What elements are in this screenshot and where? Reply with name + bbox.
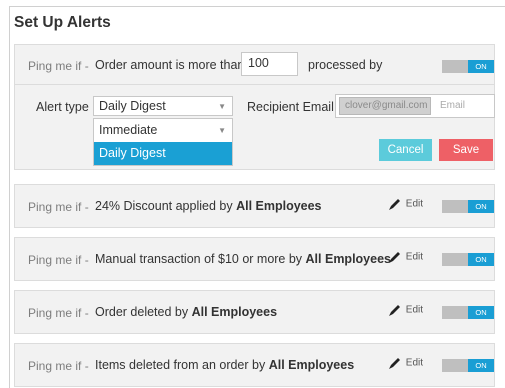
recipient-chip[interactable]: clover@gmail.com xyxy=(339,97,431,115)
pencil-icon xyxy=(389,358,400,369)
dropdown-option-daily-digest[interactable]: Daily Digest xyxy=(94,142,232,165)
edit-link[interactable]: Edit xyxy=(387,250,423,264)
new-alert-panel: Ping me if - Order amount is more than 1… xyxy=(14,44,495,170)
email-placeholder: Email xyxy=(440,100,466,111)
alert-text: Order deleted by All Employees xyxy=(95,305,278,319)
ping-label: Ping me if - xyxy=(28,306,89,320)
edit-link[interactable]: Edit xyxy=(387,197,423,211)
alert-toggle[interactable]: ON xyxy=(442,253,494,266)
ping-label: Ping me if - xyxy=(28,200,89,214)
alert-text: Items deleted from an order by All Emplo… xyxy=(95,358,355,372)
alert-row: Ping me if - Order deleted by All Employ… xyxy=(14,290,495,334)
save-button[interactable]: Save xyxy=(439,139,493,161)
pencil-icon xyxy=(389,305,400,316)
alert-toggle[interactable]: ON xyxy=(442,200,494,213)
ping-label: Ping me if - xyxy=(28,59,89,73)
processed-by-text: processed by xyxy=(308,58,383,72)
alert-type-label: Alert type xyxy=(36,100,89,114)
alert-type-value: Daily Digest xyxy=(99,99,166,113)
recipient-email-label: Recipient Email xyxy=(247,100,334,114)
alert-row: Ping me if - 24% Discount applied by All… xyxy=(14,184,495,228)
ping-label: Ping me if - xyxy=(28,359,89,373)
alert-toggle[interactable]: ON xyxy=(442,306,494,319)
pencil-icon xyxy=(389,199,400,210)
new-alert-toggle[interactable]: ON xyxy=(442,60,494,73)
pencil-icon xyxy=(389,252,400,263)
condition-text: Order amount is more than xyxy=(95,58,245,72)
alert-row: Ping me if - Manual transaction of $10 o… xyxy=(14,237,495,281)
edit-link[interactable]: Edit xyxy=(387,303,423,317)
row-divider xyxy=(15,84,494,85)
amount-input[interactable]: 100 xyxy=(241,52,298,76)
ping-label: Ping me if - xyxy=(28,253,89,267)
alert-text: 24% Discount applied by All Employees xyxy=(95,199,322,213)
alert-type-dropdown: Immediate ▼ Daily Digest xyxy=(93,118,233,166)
alert-row: Ping me if - Items deleted from an order… xyxy=(14,343,495,387)
alert-toggle[interactable]: ON xyxy=(442,359,494,372)
edit-link[interactable]: Edit xyxy=(387,356,423,370)
dropdown-option-immediate[interactable]: Immediate ▼ xyxy=(94,119,232,142)
cancel-button[interactable]: Cancel xyxy=(379,139,432,161)
alert-type-select[interactable]: Daily Digest ▼ xyxy=(93,96,233,116)
page-title: Set Up Alerts xyxy=(14,14,111,31)
chevron-down-icon: ▼ xyxy=(218,102,226,111)
chevron-down-icon: ▼ xyxy=(218,126,226,135)
alert-text: Manual transaction of $10 or more by All… xyxy=(95,252,391,266)
toggle-on-label: ON xyxy=(468,60,494,73)
